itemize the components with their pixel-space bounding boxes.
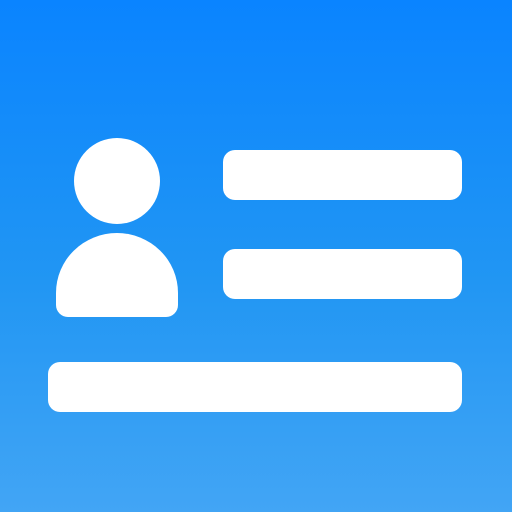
text-line-bottom — [48, 362, 462, 412]
contact-card-icon — [0, 0, 512, 512]
text-line-top — [223, 150, 462, 200]
avatar-body — [56, 233, 178, 317]
text-line-middle — [223, 249, 462, 299]
avatar-head — [74, 138, 160, 224]
